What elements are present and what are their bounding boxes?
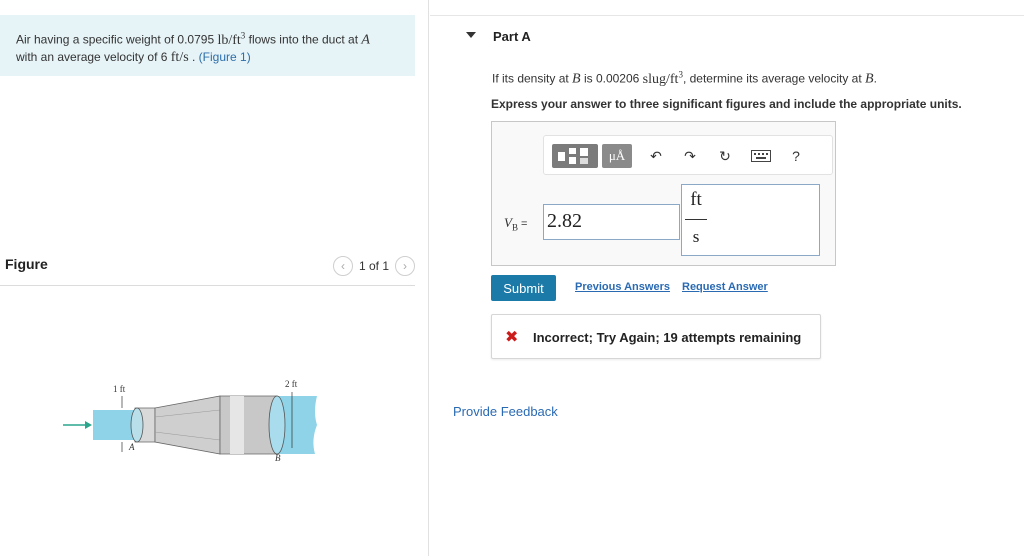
unit-fraction-bar xyxy=(685,219,707,220)
figure-title: Figure xyxy=(5,256,48,272)
chevron-left-icon[interactable]: ‹ xyxy=(332,256,353,276)
request-answer-link[interactable]: Request Answer xyxy=(682,281,768,293)
d2-label: 2 ft xyxy=(285,379,298,389)
flow-arrow-head xyxy=(85,421,92,429)
problem-line-2: with an average velocity of 6 ft/s . (Fi… xyxy=(16,49,251,65)
unit-denominator[interactable]: s xyxy=(682,227,710,247)
problem-line-1: Air having a specific weight of 0.0795 l… xyxy=(16,30,370,48)
answer-value-input[interactable]: 2.82 xyxy=(543,204,680,240)
redo-icon[interactable]: ↷ xyxy=(682,144,698,168)
unit-numerator[interactable]: ft xyxy=(682,189,710,211)
math-toolbar: μÅ ↶ ↷ ↻ ? xyxy=(543,135,833,175)
unit-lb-ft3: lb/ft3 xyxy=(217,30,246,48)
pipe-highlight xyxy=(230,396,244,454)
part-header[interactable]: Part A xyxy=(430,15,1024,58)
right-panel: Part A If its density at B is 0.00206 sl… xyxy=(430,0,1024,556)
feedback-text: Incorrect; Try Again; 19 attempts remain… xyxy=(533,330,802,345)
figure-header: Figure ‹ 1 of 1 › xyxy=(0,252,415,286)
left-panel: Air having a specific weight of 0.0795 l… xyxy=(0,0,428,556)
problem-statement: Air having a specific weight of 0.0795 l… xyxy=(0,15,415,76)
feedback-message: ✖ Incorrect; Try Again; 19 attempts rema… xyxy=(491,314,821,359)
figure-page-count: 1 of 1 xyxy=(358,259,389,273)
part-title: Part A xyxy=(493,29,531,44)
unit-input[interactable]: ft s xyxy=(681,184,820,256)
panel-divider xyxy=(428,0,429,556)
instruction-text: Express your answer to three significant… xyxy=(491,97,962,111)
keyboard-icon[interactable] xyxy=(750,144,772,168)
figure-link[interactable]: (Figure 1) xyxy=(199,50,251,64)
reset-icon[interactable]: ↻ xyxy=(717,144,733,168)
units-button[interactable]: μÅ xyxy=(602,144,632,168)
provide-feedback-link[interactable]: Provide Feedback xyxy=(453,404,558,419)
undo-icon[interactable]: ↶ xyxy=(648,144,664,168)
chevron-right-icon[interactable]: › xyxy=(395,256,415,276)
submit-button[interactable]: Submit xyxy=(491,275,556,301)
figure-pager: ‹ 1 of 1 › xyxy=(332,256,415,276)
previous-answers-link[interactable]: Previous Answers xyxy=(575,281,670,293)
outlet-pipe xyxy=(219,395,278,455)
x-icon: ✖ xyxy=(505,329,519,346)
duct-figure: 1 ft 2 ft A B xyxy=(63,379,317,463)
d1-label: 1 ft xyxy=(113,384,126,394)
point-a-label: A xyxy=(128,442,135,452)
templates-icon[interactable] xyxy=(552,144,598,168)
answer-box: μÅ ↶ ↷ ↻ ? VB = 2.82 ft s xyxy=(491,121,836,266)
inlet-opening xyxy=(130,407,144,443)
question-text: If its density at B is 0.00206 slug/ft3,… xyxy=(492,69,877,87)
point-b-label: B xyxy=(275,453,281,463)
vb-label: VB = xyxy=(504,215,528,233)
density-unit: slug/ft3 xyxy=(642,69,683,87)
collapse-triangle-icon[interactable] xyxy=(466,32,476,38)
outlet-opening xyxy=(268,395,286,455)
transition-cone xyxy=(154,395,221,455)
help-icon[interactable]: ? xyxy=(788,144,804,168)
